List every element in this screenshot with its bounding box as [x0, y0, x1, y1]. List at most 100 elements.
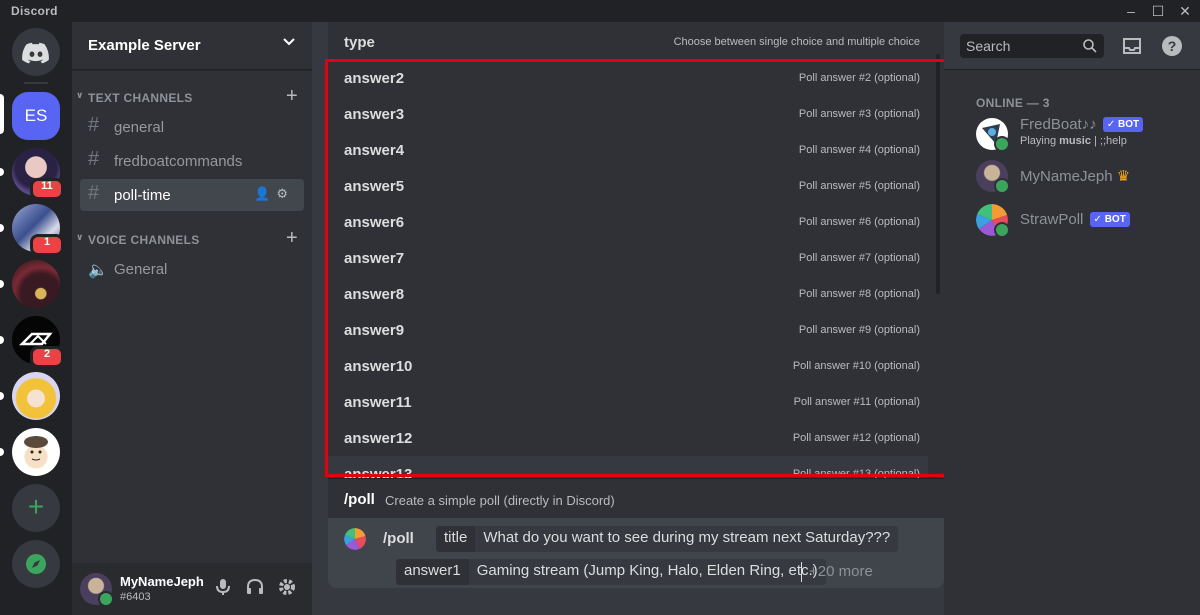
speaker-icon: 🔈 [88, 262, 108, 279]
more-options-label[interactable]: +20 more [809, 563, 873, 580]
channel-general[interactable]: # general [80, 111, 304, 143]
channel-fredboatcommands[interactable]: # fredboatcommands [80, 145, 304, 177]
channel-label: general [114, 119, 165, 136]
help-icon[interactable]: ? [1160, 34, 1184, 58]
slash-command: /poll [383, 530, 414, 547]
message-composer[interactable]: /poll title What do you want to see duri… [328, 518, 944, 588]
command-description: Create a simple poll (directly in Discor… [385, 493, 615, 508]
minimize-button[interactable]: – [1118, 1, 1144, 21]
param-value[interactable]: What do you want to see during my stream… [475, 526, 899, 552]
search-icon [1083, 39, 1097, 53]
app-title: Discord [11, 4, 58, 18]
mention-badge: 2 [30, 346, 64, 368]
search-input[interactable] [960, 34, 1080, 58]
add-channel-icon[interactable]: + [286, 85, 298, 108]
mention-badge: 1 [30, 234, 64, 256]
unread-pill [0, 392, 4, 400]
rail-separator [24, 82, 48, 84]
compass-icon [26, 554, 46, 574]
online-status-icon [98, 591, 114, 607]
unread-pill [0, 280, 4, 288]
server-blonde-avatar[interactable] [12, 372, 60, 420]
chevron-down-icon [282, 34, 296, 51]
search-box[interactable] [960, 34, 1104, 58]
member-name: FredBoat♪♪ [1020, 116, 1097, 133]
param-title[interactable]: title What do you want to see during my … [436, 526, 899, 552]
member-mynamejeph[interactable]: MyNameJeph ♛ [968, 155, 1192, 197]
server-dark-avatar[interactable] [12, 260, 60, 308]
crown-icon: ♛ [1116, 168, 1131, 185]
online-status-icon [994, 178, 1010, 194]
close-button[interactable]: ✕ [1172, 1, 1198, 21]
server-cartoon-avatar[interactable] [12, 428, 60, 476]
unread-pill [0, 448, 4, 456]
online-status-icon [994, 136, 1010, 152]
unread-pill [0, 168, 4, 176]
avatar [976, 118, 1010, 152]
voice-channel-general[interactable]: 🔈 General [80, 253, 304, 285]
server-anime-avatar[interactable]: 11 [12, 148, 64, 200]
add-channel-icon[interactable]: + [286, 227, 298, 250]
settings-gear-icon[interactable] [276, 577, 298, 599]
member-list: ? ONLINE — 3 FredBoat♪♪ ✓ BOT Playing mu… [944, 22, 1200, 615]
channel-label: fredboatcommands [114, 153, 243, 170]
chevron-down-icon: ∨ [76, 90, 84, 100]
bot-tag: ✓ BOT [1089, 212, 1130, 227]
unread-pill [0, 224, 4, 232]
strawpoll-app-icon [344, 528, 366, 550]
member-strawpoll[interactable]: StrawPoll ✓ BOT [968, 199, 1192, 241]
add-server-button[interactable]: + [12, 484, 60, 532]
gear-icon[interactable]: ⚙ [276, 186, 294, 201]
channel-label: poll-time [114, 187, 171, 204]
text-cursor [801, 562, 802, 582]
mention-badge: 11 [30, 178, 64, 200]
option-type[interactable]: type Choose between single choice and mu… [328, 24, 928, 60]
param-value[interactable]: Gaming stream (Jump King, Halo, Elden Ri… [468, 559, 826, 585]
option-name: type [344, 34, 375, 51]
chevron-down-icon: ∨ [76, 232, 84, 242]
online-status-icon [994, 222, 1010, 238]
plus-icon: + [12, 484, 60, 532]
server-rail: ES 11 1 2 + [0, 22, 72, 615]
online-header: ONLINE — 3 [976, 96, 1050, 110]
channel-poll-time[interactable]: # poll-time 👤⚙ [80, 179, 304, 211]
cartoon-face-icon [24, 436, 48, 461]
server-logo-avatar[interactable]: 2 [12, 316, 64, 368]
server-fantasy-avatar[interactable]: 1 [12, 204, 64, 256]
bot-tag: ✓ BOT [1102, 117, 1144, 132]
microphone-icon[interactable] [212, 577, 234, 599]
channel-sidebar: Example Server ∨ TEXT CHANNELS + # gener… [72, 22, 312, 615]
param-key: title [436, 526, 476, 552]
active-server-pill [0, 94, 4, 134]
home-button[interactable] [12, 28, 60, 76]
category-text-channels[interactable]: ∨ TEXT CHANNELS + [76, 85, 304, 108]
user-tag: #6403 [120, 591, 151, 603]
param-key: answer1 [396, 559, 469, 585]
invite-icon[interactable]: 👤 [254, 186, 276, 201]
hash-icon: # [88, 148, 100, 170]
member-fredboat[interactable]: FredBoat♪♪ ✓ BOT Playing music | ;;help [968, 113, 1192, 155]
member-activity: Playing music | ;;help [1020, 135, 1127, 147]
unread-pill [0, 336, 4, 344]
member-name: StrawPoll [1020, 211, 1084, 228]
server-example-server[interactable]: ES [12, 92, 60, 140]
explore-servers-button[interactable] [12, 540, 60, 588]
inbox-icon[interactable] [1120, 34, 1144, 58]
avatar [976, 160, 1010, 194]
category-label: VOICE CHANNELS [88, 233, 200, 247]
category-label: TEXT CHANNELS [88, 91, 193, 105]
param-answer1[interactable]: answer1 Gaming stream (Jump King, Halo, … [396, 559, 826, 585]
annotation-highlight-box [325, 59, 948, 477]
channel-label: General [114, 261, 168, 278]
category-voice-channels[interactable]: ∨ VOICE CHANNELS + [76, 227, 304, 250]
avatar [976, 204, 1010, 238]
command-hint: /poll Create a simple poll (directly in … [328, 478, 944, 518]
server-header[interactable]: Example Server [72, 22, 312, 70]
member-header: ? [944, 22, 1200, 70]
maximize-button[interactable]: ☐ [1145, 1, 1171, 21]
headphones-icon[interactable] [244, 577, 266, 599]
hash-icon: # [88, 114, 100, 136]
hash-icon: # [88, 182, 100, 204]
server-name: Example Server [88, 37, 201, 54]
avatar[interactable] [80, 573, 114, 607]
